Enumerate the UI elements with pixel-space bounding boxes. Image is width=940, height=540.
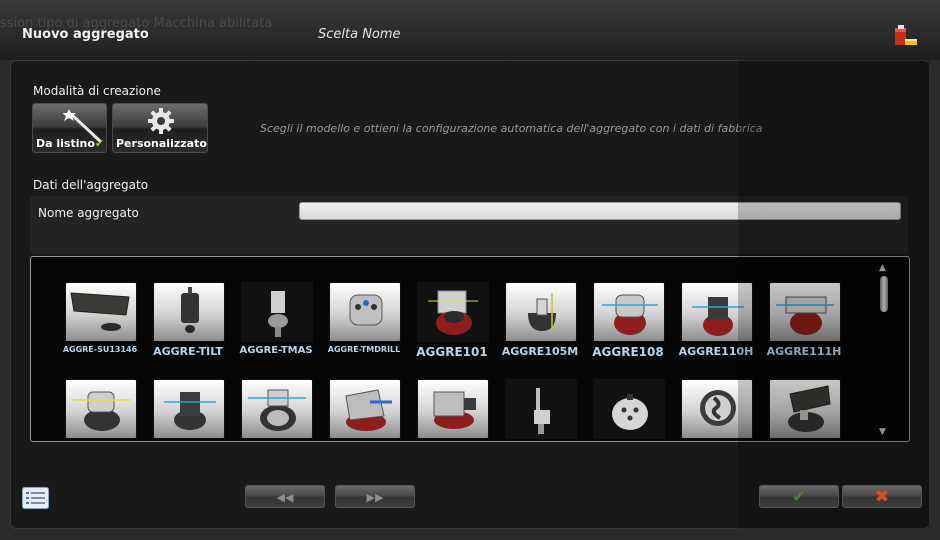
aggregate-name-label: Nome aggregato [38, 206, 139, 220]
catalog-item[interactable]: AGGRE-TMDRILL [320, 282, 408, 364]
confirm-button[interactable]: ✔ [759, 485, 839, 508]
custom-button[interactable]: Personalizzato [112, 103, 208, 153]
exit-door-icon[interactable] [892, 24, 918, 48]
cancel-button[interactable]: ✖ [842, 485, 922, 508]
aggregate-thumbnail [593, 282, 665, 342]
aggregate-thumbnail [769, 379, 841, 439]
catalog-item[interactable]: AGGRE101 [408, 282, 496, 364]
next-button[interactable]: ▶▶ [335, 485, 415, 508]
aggregate-thumbnail [329, 282, 401, 342]
from-catalog-button[interactable]: Da listino✔ [32, 103, 107, 153]
aggregate-thumbnail [417, 379, 489, 439]
aggregate-thumbnail [681, 379, 753, 439]
catalog-item[interactable] [144, 379, 232, 441]
list-view-icon[interactable] [22, 487, 49, 509]
dialog-title: Nuovo aggregato [22, 27, 149, 42]
catalog-item[interactable] [672, 379, 760, 441]
creation-mode-label: Modalità di creazione [33, 84, 161, 98]
mode-hint-text: Scegli il modello e ottieni la configura… [260, 122, 763, 135]
catalog-item-label: AGGRE108 [592, 345, 664, 359]
gear-icon [148, 108, 174, 134]
catalog-item-label: AGGRE-TILT [153, 345, 223, 358]
aggregate-thumbnail [329, 379, 401, 439]
aggregate-thumbnail [241, 379, 313, 439]
catalog-item[interactable]: AGGRE-TILT [144, 282, 232, 364]
custom-label: Personalizzato [116, 137, 207, 150]
aggregate-thumbnail [681, 282, 753, 342]
catalog-item[interactable]: AGGRE111H [760, 282, 848, 364]
catalog-item[interactable] [320, 379, 408, 441]
catalog-item-label: AGGRE105M [501, 345, 579, 358]
scroll-up-arrow[interactable]: ▲ [879, 263, 886, 273]
catalog-item[interactable]: AGGRE110H [672, 282, 760, 364]
catalog-item[interactable] [56, 379, 144, 441]
aggregate-thumbnail [505, 379, 577, 439]
aggregate-name-input[interactable] [299, 202, 901, 220]
aggregate-thumbnail [153, 282, 225, 342]
aggregate-thumbnail [65, 282, 137, 342]
aggregate-data-label: Dati dell'aggregato [33, 178, 149, 192]
catalog-item[interactable] [760, 379, 848, 441]
catalog-item[interactable]: AGGRE108 [584, 282, 672, 364]
from-catalog-label: Da listino [36, 137, 95, 150]
catalog-item-label: AGGRE-TMAS [239, 345, 313, 356]
aggregate-thumbnail [593, 379, 665, 439]
selected-check-icon: ✔ [94, 137, 105, 150]
catalog-item[interactable] [584, 379, 672, 441]
aggregate-thumbnail [417, 282, 489, 342]
aggregate-catalog-grid: AGGRE-SU13146 AGGRE-TILT AGGRE-TMAS AGGR… [30, 256, 910, 442]
scrollbar-thumb[interactable] [880, 276, 888, 312]
aggregate-thumbnail [153, 379, 225, 439]
catalog-item-label: AGGRE110H [678, 345, 754, 358]
catalog-item[interactable] [232, 379, 320, 441]
previous-button[interactable]: ◀◀ [245, 485, 325, 508]
catalog-item[interactable]: AGGRE-SU13146 [56, 282, 144, 364]
scroll-down-arrow[interactable]: ▼ [879, 427, 886, 437]
catalog-item-label: AGGRE-TMDRILL [327, 345, 401, 354]
aggregate-thumbnail [241, 282, 313, 342]
catalog-item[interactable]: AGGRE105M [496, 282, 584, 364]
catalog-item[interactable] [496, 379, 584, 441]
step-title: Scelta Nome [318, 27, 401, 42]
catalog-item[interactable] [408, 379, 496, 441]
aggregate-thumbnail [65, 379, 137, 439]
aggregate-thumbnail [505, 282, 577, 342]
catalog-item[interactable]: AGGRE-TMAS [232, 282, 320, 364]
aggregate-thumbnail [769, 282, 841, 342]
catalog-item-label: AGGRE-SU13146 [62, 345, 138, 354]
catalog-item-label: AGGRE111H [766, 345, 842, 358]
catalog-item-label: AGGRE101 [416, 345, 488, 359]
